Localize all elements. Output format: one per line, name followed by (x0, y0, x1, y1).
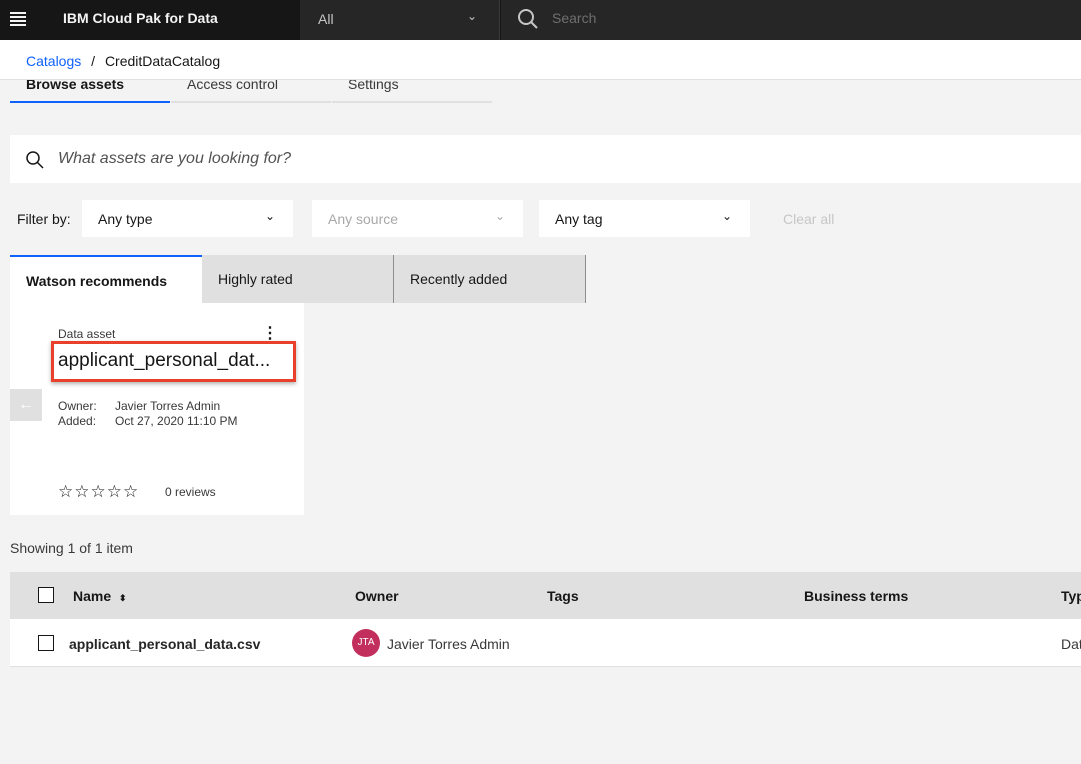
column-name[interactable]: Name ⬍ (73, 588, 127, 604)
star-rating-icon[interactable]: ☆☆☆☆☆ (58, 482, 139, 502)
avatar: JTA (352, 629, 380, 657)
chevron-down-icon: ⌄ (466, 9, 477, 23)
tab-recently-added[interactable]: Recently added (394, 255, 586, 303)
asset-name-link[interactable]: applicant_personal_dat... (58, 350, 270, 372)
column-type[interactable]: Typ (1061, 588, 1081, 604)
breadcrumb-catalogs[interactable]: Catalogs (26, 53, 81, 69)
chevron-down-icon: ⌄ (721, 209, 732, 223)
column-name-label: Name (73, 588, 112, 604)
column-owner[interactable]: Owner (355, 588, 399, 604)
select-all-checkbox[interactable] (38, 587, 54, 603)
search-placeholder: What assets are you looking for? (58, 150, 292, 167)
owner-label: Owner: (58, 399, 97, 413)
asset-search-input[interactable]: What assets are you looking for? (10, 135, 1081, 183)
owner-value: Javier Torres Admin (115, 399, 221, 413)
tag-filter-value: Any tag (555, 211, 603, 227)
brand-name[interactable]: IBM Cloud Pak for Data (63, 10, 218, 26)
overflow-menu-icon[interactable]: ⋮ (262, 323, 278, 343)
asset-name[interactable]: applicant_personal_data.csv (69, 636, 260, 652)
row-checkbox[interactable] (38, 635, 54, 651)
breadcrumb-separator: / (91, 53, 96, 69)
type-filter-dropdown[interactable]: Any type ⌄ (82, 200, 293, 237)
search-icon (26, 151, 44, 169)
asset-kind: Data asset (58, 327, 116, 341)
sort-icon[interactable]: ⬍ (119, 593, 127, 603)
breadcrumb-current: CreditDataCatalog (104, 53, 221, 69)
breadcrumb: Catalogs / CreditDataCatalog (26, 53, 220, 69)
scope-dropdown[interactable]: All ⌄ (300, 0, 500, 40)
owner-name: Javier Torres Admin (387, 636, 510, 652)
search-icon (518, 9, 538, 29)
scope-value: All (318, 11, 334, 27)
table-header: Name ⬍ Owner Tags Business terms Typ (10, 572, 1081, 619)
arrow-left-icon[interactable]: ← (10, 389, 42, 421)
tag-filter-dropdown[interactable]: Any tag ⌄ (539, 200, 750, 237)
asset-type: Dat (1061, 636, 1081, 652)
tab-watson-recommends[interactable]: Watson recommends (10, 255, 202, 303)
search-placeholder: Search (552, 10, 597, 26)
source-filter-value: Any source (328, 211, 399, 227)
filter-label: Filter by: (17, 211, 71, 227)
type-filter-value: Any type (98, 211, 153, 227)
tab-highly-rated[interactable]: Highly rated (202, 255, 394, 303)
source-filter-dropdown[interactable]: Any source ⌄ (312, 200, 523, 237)
result-count: Showing 1 of 1 item (10, 540, 133, 556)
added-value: Oct 27, 2020 11:10 PM (115, 414, 238, 428)
chevron-down-icon: ⌄ (264, 209, 275, 223)
table-row[interactable]: applicant_personal_data.csv JTA Javier T… (10, 619, 1081, 667)
chevron-down-icon: ⌄ (494, 209, 505, 223)
clear-all-button[interactable]: Clear all (783, 211, 834, 227)
added-label: Added: (58, 414, 97, 428)
column-business-terms[interactable]: Business terms (804, 588, 908, 604)
hamburger-menu-icon[interactable] (10, 12, 26, 26)
review-count: 0 reviews (165, 485, 216, 499)
global-search[interactable]: Search (501, 0, 1081, 40)
column-tags[interactable]: Tags (547, 588, 579, 604)
